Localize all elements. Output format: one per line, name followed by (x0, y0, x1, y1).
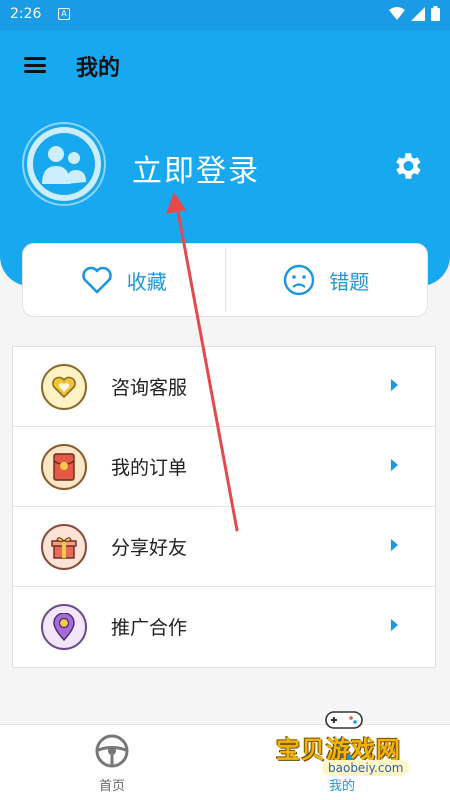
favorites-label: 收藏 (126, 269, 167, 294)
menu-item-customer-service[interactable]: 咨询客服 (13, 347, 435, 427)
default-avatar-icon (27, 127, 101, 201)
menu-item-share-friends[interactable]: 分享好友 (13, 507, 435, 587)
signal-icon (411, 6, 425, 21)
gear-icon[interactable] (390, 149, 424, 183)
system-icons (389, 6, 440, 21)
hamburger-menu-icon[interactable] (24, 57, 46, 73)
chevron-right-icon (391, 619, 398, 631)
steering-wheel-icon (95, 734, 129, 768)
site-watermark: 宝贝游戏网 baobeiy.com (270, 702, 450, 800)
gamepad-icon (325, 711, 363, 729)
login-button[interactable]: 立即登录 (132, 146, 260, 190)
menu-item-label: 推广合作 (111, 617, 188, 639)
menu-item-partnership[interactable]: 推广合作 (13, 587, 435, 667)
avatar[interactable] (22, 122, 106, 206)
menu-item-label: 我的订单 (111, 457, 188, 479)
wrong-questions-label: 错题 (329, 269, 370, 294)
quick-actions-card: 收藏 错题 (22, 243, 428, 317)
battery-icon (431, 6, 440, 21)
app-bar: 我的 (0, 30, 450, 100)
menu-item-label: 分享好友 (111, 537, 188, 559)
menu-list: 咨询客服 我的订单 分享好友 推广合作 (12, 346, 436, 668)
chevron-right-icon (391, 379, 398, 391)
page-title: 我的 (76, 56, 121, 81)
wrong-questions-button[interactable]: 错题 (226, 244, 428, 316)
menu-item-my-orders[interactable]: 我的订单 (13, 427, 435, 507)
favorites-button[interactable]: 收藏 (23, 244, 225, 316)
wifi-icon (389, 6, 405, 20)
menu-item-label: 咨询客服 (111, 377, 188, 399)
gift-icon (41, 524, 87, 570)
red-envelope-icon (41, 444, 87, 490)
tab-home-label: 首页 (98, 779, 125, 794)
heart-badge-icon (41, 364, 87, 410)
chevron-right-icon (391, 539, 398, 551)
location-pin-icon (41, 604, 87, 650)
status-time: 2:26 (10, 6, 42, 22)
tab-home[interactable]: 首页 (82, 733, 142, 794)
notification-icon: A (58, 8, 70, 20)
sad-face-icon (284, 264, 315, 296)
heart-icon (81, 266, 112, 294)
status-bar: 2:26 A (0, 0, 450, 30)
watermark-url: baobeiy.com (322, 760, 410, 776)
chevron-right-icon (391, 459, 398, 471)
